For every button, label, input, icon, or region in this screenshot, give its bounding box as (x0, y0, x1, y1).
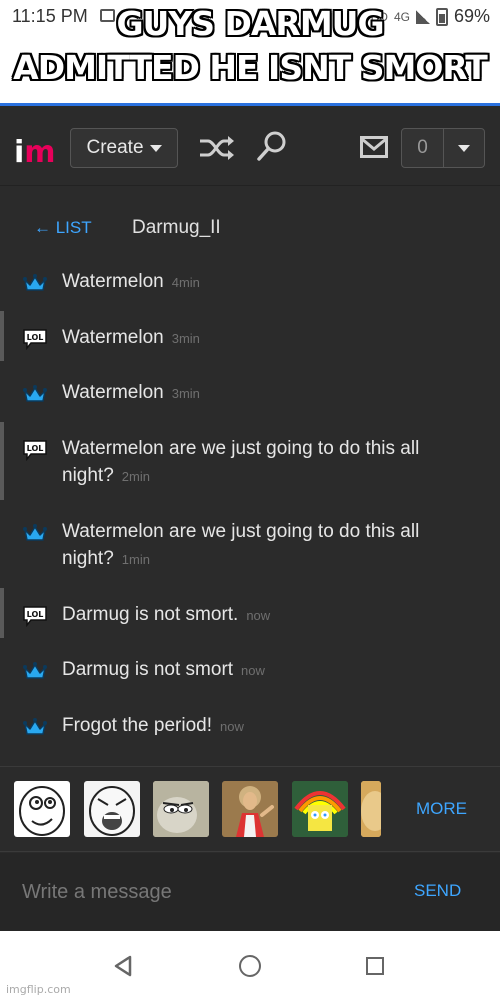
notification-count: 0 (402, 129, 444, 167)
create-label: Create (86, 137, 144, 158)
send-button[interactable]: SEND (414, 881, 461, 901)
message-timestamp: 1min (121, 552, 150, 567)
message-body: Darmug is not smort (62, 659, 234, 680)
chat-message: LOL Darmug is not smort. now (0, 588, 500, 641)
chat-message: LOL Watermelon 3min (0, 311, 500, 364)
chat-message: Darmug is not smort now (0, 644, 500, 696)
message-body: Watermelon are we just going to do this … (62, 438, 420, 486)
buddy-christ-thumb[interactable] (222, 781, 278, 837)
svg-text:LOL: LOL (27, 444, 44, 453)
imagination-spongebob-thumb[interactable] (292, 781, 348, 837)
chat-header: ← LIST Darmug_II (0, 208, 500, 248)
imgflip-watermark: imgflip.com (6, 983, 71, 996)
chat-message: Watermelon are we just going to do this … (0, 506, 500, 586)
message-timestamp: now (219, 719, 244, 734)
crown-icon[interactable] (22, 383, 48, 405)
message-timestamp: now (241, 663, 265, 678)
svg-text:LOL: LOL (27, 333, 44, 342)
create-button[interactable]: Create (70, 128, 178, 168)
message-body: Watermelon are we just going to do this … (62, 521, 420, 569)
chat-message: Watermelon 4min (0, 256, 500, 308)
message-body: Watermelon (62, 327, 164, 348)
message-text: Watermelon are we just going to do this … (62, 518, 472, 573)
app-header: im Create 0 (0, 108, 500, 186)
search-icon[interactable] (256, 130, 288, 162)
message-timestamp: 3min (171, 331, 200, 346)
meme-caption: GUYS DARMUG ADMITTED HE ISNT SMORT (0, 2, 500, 90)
message-body: Watermelon (62, 271, 164, 292)
message-text: Watermelon are we just going to do this … (62, 435, 472, 490)
recents-nav-icon[interactable] (366, 957, 384, 975)
message-highlight-bar (0, 422, 4, 500)
lol-face-thumb[interactable] (84, 781, 140, 837)
more-memes-button[interactable]: MORE (416, 799, 467, 819)
shuffle-icon[interactable] (198, 134, 236, 162)
home-nav-icon[interactable] (239, 955, 261, 977)
imgflip-logo[interactable]: im (14, 138, 56, 168)
caption-line-2: ADMITTED HE ISNT SMORT (13, 48, 488, 87)
message-body: Watermelon (62, 382, 164, 403)
lol-icon[interactable]: LOL (22, 605, 48, 628)
message-composer: SEND (0, 853, 500, 931)
chat-message: LOL Watermelon are we just going to do th… (0, 422, 500, 503)
message-highlight-bar (0, 588, 4, 638)
message-text: Watermelon 4min (62, 268, 472, 296)
message-input[interactable] (0, 853, 400, 931)
message-text: Watermelon 3min (62, 324, 472, 352)
chevron-down-icon (149, 144, 162, 152)
message-body: Darmug is not smort. (62, 604, 239, 625)
notification-dropdown[interactable]: 0 (401, 128, 485, 168)
crown-icon[interactable] (22, 660, 48, 682)
lol-icon[interactable]: LOL (22, 328, 48, 351)
crown-icon[interactable] (22, 272, 48, 294)
tom-cat-thumb[interactable] (153, 781, 209, 837)
message-body: Frogot the period! (62, 715, 212, 736)
message-text: Frogot the period! now (62, 712, 472, 740)
doge-thumb[interactable] (361, 781, 381, 837)
message-timestamp: 4min (171, 275, 200, 290)
caption-line-1: GUYS DARMUG (116, 4, 384, 43)
crown-icon[interactable] (22, 522, 48, 544)
message-text: Watermelon 3min (62, 379, 472, 407)
rage-face-thumb[interactable] (14, 781, 70, 837)
message-timestamp: now (246, 608, 271, 623)
message-timestamp: 2min (121, 469, 150, 484)
chat-message: Frogot the period! now (0, 700, 500, 752)
back-nav-icon[interactable] (112, 955, 134, 977)
browser-progress-line (0, 103, 500, 106)
lol-icon[interactable]: LOL (22, 439, 48, 462)
meme-picker-bar: MORE (0, 766, 500, 852)
back-to-list-link[interactable]: ← LIST (34, 218, 92, 238)
chat-username: Darmug_II (132, 217, 221, 238)
message-text: Darmug is not smort. now (62, 601, 472, 629)
chat-message: Watermelon 3min (0, 367, 500, 419)
svg-text:LOL: LOL (27, 610, 44, 619)
message-timestamp: 3min (171, 386, 200, 401)
message-highlight-bar (0, 311, 4, 361)
crown-icon[interactable] (22, 716, 48, 738)
android-nav-bar: imgflip.com (0, 931, 500, 1000)
mail-icon[interactable] (360, 136, 388, 158)
chevron-down-icon (458, 144, 470, 152)
message-text: Darmug is not smort now (62, 656, 472, 684)
